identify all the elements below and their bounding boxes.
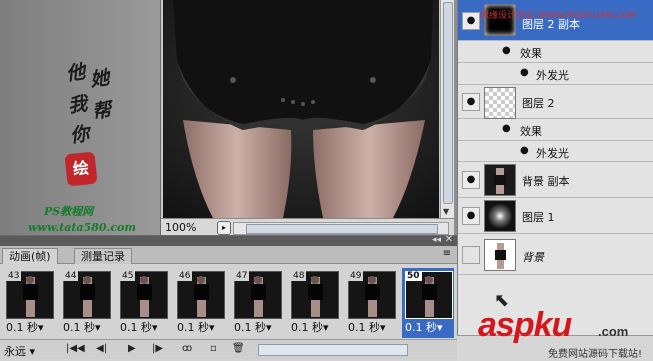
calligraphy-char: 他 xyxy=(64,60,87,86)
horizontal-scroll-thumb[interactable] xyxy=(246,224,438,234)
outer-glow-label: 外发光 xyxy=(536,147,569,160)
layer-thumbnail xyxy=(484,239,516,271)
eye-visibility-icon[interactable]: ● xyxy=(462,171,480,189)
frame-delay-select[interactable]: 0.1 秒▾ xyxy=(120,319,168,335)
frame-delay-select[interactable]: 0.1 秒▾ xyxy=(63,319,111,335)
frame-number: 49 xyxy=(348,271,364,281)
layer-name[interactable]: 图层 2 xyxy=(522,95,555,111)
frame-number: 47 xyxy=(234,271,250,281)
outer-glow-label: 外发光 xyxy=(536,69,569,82)
vertical-scrollbar[interactable]: ▼ xyxy=(440,0,454,218)
frame-delay-select[interactable]: 0.1 秒▾ xyxy=(405,319,453,335)
layer-effects-row[interactable]: ● 效果 xyxy=(458,41,653,63)
delete-frame-button[interactable]: 🗑 xyxy=(232,343,245,354)
eye-visibility-icon[interactable]: ● xyxy=(462,93,480,111)
eye-visibility-icon[interactable]: ● xyxy=(520,67,529,78)
frame-number: 46 xyxy=(177,271,193,281)
layer-effect-row[interactable]: ● 外发光 xyxy=(458,141,653,162)
animation-frame[interactable]: 47 0.1 秒▾ xyxy=(231,268,283,338)
frame-number: 50 xyxy=(405,271,422,281)
tab-animation-frames[interactable]: 动画(帧) xyxy=(2,248,58,264)
animation-panel: ◂◂ ✕ 动画(帧) 测量记录 ≡ 43 0.1 秒▾ 44 0.1 秒▾ 45 0.1 … xyxy=(0,234,457,361)
layer-row[interactable]: ● 背景 副本 xyxy=(458,162,653,198)
calligraphy-char: 帮 xyxy=(90,98,113,124)
play-button[interactable]: ▶ xyxy=(128,343,136,354)
status-info-icon[interactable]: ▸ xyxy=(217,221,231,235)
animation-frame[interactable]: 43 0.1 秒▾ xyxy=(3,268,55,338)
frame-delay-select[interactable]: 0.1 秒▾ xyxy=(348,319,396,335)
animation-frame[interactable]: 48 0.1 秒▾ xyxy=(288,268,340,338)
frame-number: 48 xyxy=(291,271,307,281)
eye-visibility-icon[interactable]: ● xyxy=(462,12,480,30)
calligraphy-char: 你 xyxy=(68,122,91,148)
watermark-url: www.tata580.com xyxy=(28,221,137,234)
eye-visibility-icon[interactable]: ● xyxy=(462,207,480,225)
tab-measurement-log[interactable]: 测量记录 xyxy=(74,248,132,264)
layer-name[interactable]: 背景 副本 xyxy=(522,173,570,189)
animation-frame[interactable]: 50 0.1 秒▾ xyxy=(402,268,454,338)
layer-effects-row[interactable]: ● 效果 xyxy=(458,119,653,141)
panel-title-bar: ◂◂ ✕ xyxy=(0,234,457,246)
aspku-domain: .com xyxy=(598,324,629,339)
calligraphy-char: 她 xyxy=(88,66,111,92)
frame-number: 44 xyxy=(63,271,79,281)
horizontal-scrollbar[interactable] xyxy=(233,222,449,235)
frame-delay-select[interactable]: 0.1 秒▾ xyxy=(291,319,339,335)
image-canvas[interactable] xyxy=(163,0,439,218)
document-status-bar: 100% ▸ xyxy=(161,218,454,236)
layer-row[interactable]: ● 图层 2 xyxy=(458,85,653,119)
collapse-panel-icon[interactable]: ◂◂ xyxy=(432,235,441,245)
workspace-background: 他 她 我 帮 你 绘 PS教程网 www.tata580.com xyxy=(0,0,160,235)
watermark-site-name: PS教程网 xyxy=(44,205,94,218)
layer-name[interactable]: 图层 1 xyxy=(522,209,555,225)
vertical-scroll-thumb[interactable] xyxy=(443,2,453,204)
previous-frame-button[interactable]: ◀| xyxy=(96,343,107,354)
frame-number: 45 xyxy=(120,271,136,281)
frame-delay-select[interactable]: 0.1 秒▾ xyxy=(234,319,282,335)
aspku-logo: aspku xyxy=(478,306,572,344)
next-frame-button[interactable]: |▶ xyxy=(152,343,163,354)
panel-menu-icon[interactable]: ≡ xyxy=(443,248,451,259)
layer-effect-row[interactable]: ● 外发光 xyxy=(458,63,653,85)
animation-frame[interactable]: 49 0.1 秒▾ xyxy=(345,268,397,338)
frame-number: 43 xyxy=(6,271,22,281)
calligraphy-watermark: 他 她 我 帮 你 绘 PS教程网 www.tata580.com xyxy=(28,58,148,248)
red-seal-stamp: 绘 xyxy=(64,151,98,187)
animation-frame[interactable]: 44 0.1 秒▾ xyxy=(60,268,112,338)
animation-tabs: 动画(帧) 测量记录 ≡ xyxy=(0,246,457,264)
close-panel-icon[interactable]: ✕ xyxy=(445,234,453,245)
frames-scrollbar[interactable] xyxy=(258,344,408,356)
frame-delay-select[interactable]: 0.1 秒▾ xyxy=(177,319,225,335)
frame-delay-select[interactable]: 0.1 秒▾ xyxy=(6,319,54,335)
loop-options-select[interactable]: 永远 ▾ xyxy=(4,343,35,359)
layer-name[interactable]: 背景 xyxy=(522,249,544,265)
eye-visibility-icon[interactable]: ● xyxy=(502,123,511,134)
first-frame-button[interactable]: |◀◀ xyxy=(66,343,85,354)
layer-thumbnail xyxy=(484,87,516,119)
layer-row[interactable]: ● 背景 xyxy=(458,234,653,275)
eye-visibility-icon[interactable]: ● xyxy=(462,246,480,264)
calligraphy-char: 我 xyxy=(66,92,89,118)
eye-visibility-icon[interactable]: ● xyxy=(502,45,511,56)
layer-row[interactable]: ● 图层 1 xyxy=(458,198,653,234)
eye-visibility-icon[interactable]: ● xyxy=(520,145,529,156)
effects-label: 效果 xyxy=(520,47,542,60)
effects-label: 效果 xyxy=(520,125,542,138)
layer-thumbnail xyxy=(484,200,516,232)
layer-thumbnail xyxy=(484,164,516,196)
document-window: ▼ 100% ▸ xyxy=(160,0,454,236)
animation-frame[interactable]: 45 0.1 秒▾ xyxy=(117,268,169,338)
duplicate-frame-button[interactable]: ▫ xyxy=(210,343,217,354)
animation-frame[interactable]: 46 0.1 秒▾ xyxy=(174,268,226,338)
canvas-photo xyxy=(163,0,439,218)
animation-controls: 永远 ▾ |◀◀ ◀| ▶ |▶ ꝏ ▫ 🗑 xyxy=(0,339,457,359)
top-watermark: 思缘设计论坛 WWW.MISSYUAN.COM xyxy=(480,11,637,21)
scroll-down-arrow-icon[interactable]: ▼ xyxy=(443,207,449,216)
tween-button[interactable]: ꝏ xyxy=(182,343,192,354)
zoom-level[interactable]: 100% xyxy=(165,221,196,234)
aspku-tagline: 免费网站源码下载站! xyxy=(548,349,643,360)
layers-panel: ● 图层 2 副本 ● 效果 ● 外发光 ● 图层 2 ● 效果 ● 外发光 ●… xyxy=(457,0,653,335)
